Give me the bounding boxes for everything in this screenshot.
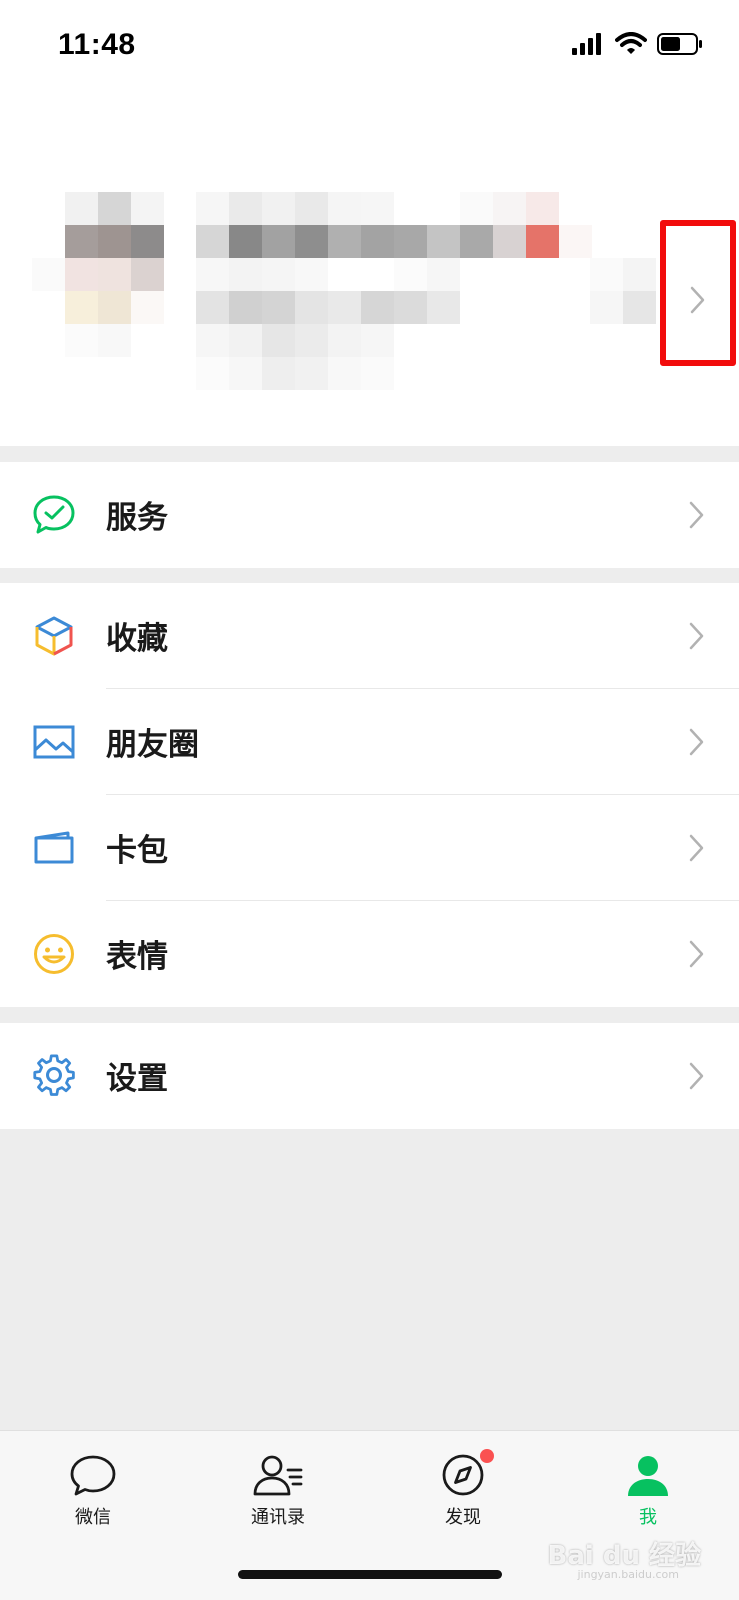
- smiley-icon: [34, 934, 74, 974]
- menu-item-label: 卡包: [106, 833, 168, 869]
- menu-item-label: 服务: [106, 500, 168, 536]
- tab-chats[interactable]: 微信: [33, 1453, 153, 1543]
- tab-label: 通讯录: [251, 1507, 305, 1528]
- menu-item-label: 表情: [106, 939, 168, 975]
- moments-image-icon: [33, 725, 75, 759]
- menu-item-services[interactable]: 服务: [0, 462, 739, 568]
- menu-group-services: 服务: [0, 462, 739, 568]
- watermark: Bai du 经验: [547, 1541, 702, 1571]
- chevron-right-icon: [689, 1062, 704, 1090]
- tab-contacts[interactable]: 通讯录: [218, 1453, 338, 1543]
- services-icon: [33, 495, 75, 534]
- tab-label: 发现: [445, 1507, 481, 1528]
- profile-header[interactable]: [0, 92, 739, 446]
- person-icon: [628, 1456, 668, 1496]
- chevron-right-icon: [689, 728, 704, 756]
- chevron-right-icon: [689, 501, 704, 529]
- menu-item-label: 朋友圈: [106, 727, 199, 763]
- contacts-icon: [253, 1455, 303, 1496]
- status-time: 11:48: [58, 28, 136, 61]
- status-bar: 11:48: [0, 0, 739, 92]
- tab-label: 我: [639, 1507, 657, 1528]
- chevron-right-icon: [689, 622, 704, 650]
- menu-item-moments[interactable]: 朋友圈: [0, 689, 739, 795]
- wifi-icon: [615, 32, 647, 54]
- card-wallet-icon: [34, 831, 74, 864]
- tab-discover[interactable]: 发现: [403, 1449, 523, 1543]
- menu-group-main: 收藏 朋友圈 卡包 表情: [0, 583, 739, 1007]
- menu-item-stickers[interactable]: 表情: [0, 901, 739, 1007]
- signal-icon: [572, 33, 601, 55]
- home-indicator[interactable]: [238, 1570, 502, 1579]
- menu-group-settings: 设置: [0, 1023, 739, 1129]
- menu-item-label: 设置: [106, 1061, 168, 1097]
- highlight-box: [660, 220, 736, 366]
- tab-me[interactable]: 我: [588, 1453, 708, 1543]
- watermark-url: jingyan.baidu.com: [577, 1568, 679, 1581]
- menu-item-label: 收藏: [106, 621, 168, 657]
- chevron-right-icon: [689, 940, 704, 968]
- menu-item-settings[interactable]: 设置: [0, 1023, 739, 1129]
- tab-label: 微信: [75, 1507, 111, 1528]
- menu-item-favorites[interactable]: 收藏: [0, 583, 739, 689]
- chevron-right-icon: [689, 834, 704, 862]
- battery-icon: [657, 33, 702, 55]
- notification-dot: [480, 1449, 494, 1463]
- status-icons: [571, 32, 703, 56]
- menu-item-cards[interactable]: 卡包: [0, 795, 739, 901]
- compass-icon: [442, 1454, 484, 1496]
- chat-bubble-icon: [70, 1455, 116, 1496]
- favorites-cube-icon: [35, 616, 73, 656]
- gear-icon: [33, 1054, 75, 1096]
